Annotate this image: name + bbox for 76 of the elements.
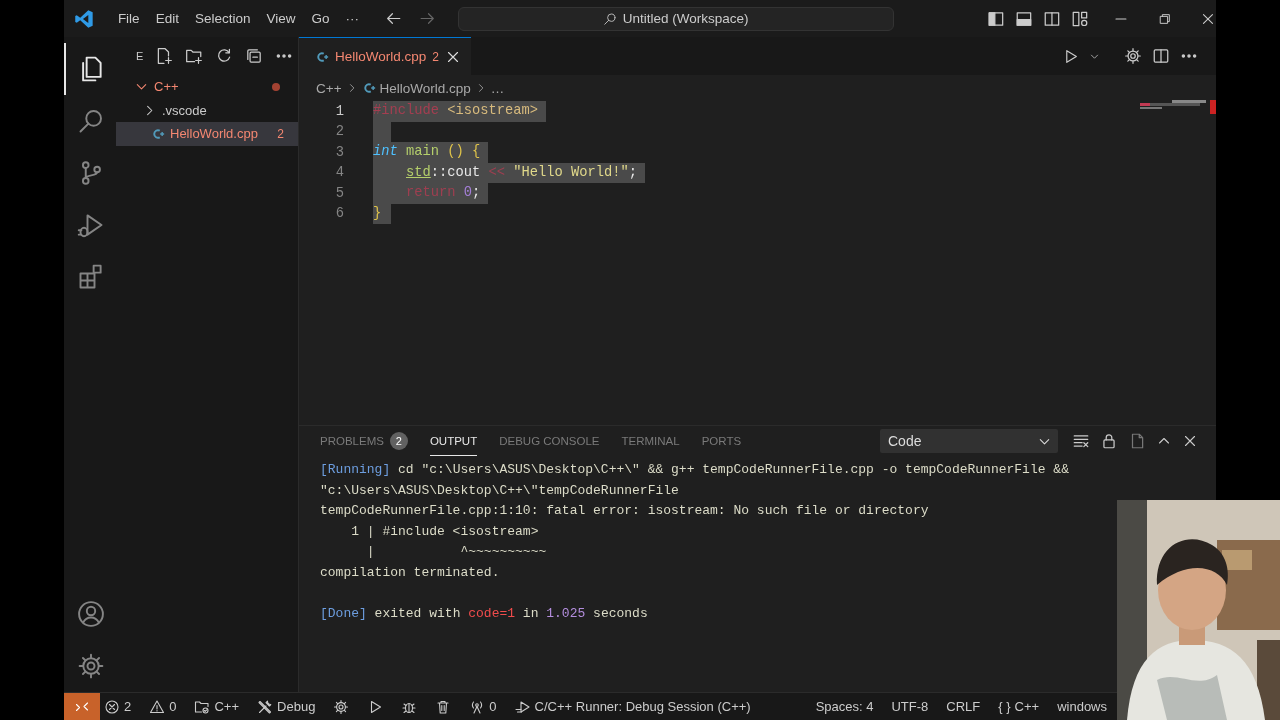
c-plus-icon <box>315 49 329 64</box>
editor-tab[interactable]: HelloWorld.cpp 2 <box>299 37 471 75</box>
explorer-title: E <box>136 50 144 62</box>
line-number: 1 <box>334 103 344 119</box>
status-item[interactable]: 2 <box>104 693 141 720</box>
close-icon[interactable] <box>1182 433 1198 449</box>
status-item[interactable]: { } C++ <box>989 693 1049 720</box>
panel-tab[interactable]: OUTPUT <box>429 426 478 456</box>
menu-item[interactable]: Selection <box>186 8 259 29</box>
output-line: 1 | #include <isostream> <box>350 522 540 541</box>
output-line: | ^~~~~~~~~~~ <box>365 543 548 561</box>
line-number: 2 <box>334 124 344 140</box>
status-item[interactable]: Spaces: 4 <box>806 693 883 720</box>
new-file-icon[interactable] <box>155 47 174 65</box>
tools-icon <box>257 698 274 715</box>
tree-item[interactable]: C++ <box>116 75 298 99</box>
panel-tab[interactable]: DEBUG CONSOLE <box>499 426 600 456</box>
menu-item[interactable]: Go <box>303 8 338 29</box>
breadcrumb-item[interactable]: … <box>490 80 505 96</box>
restore-icon[interactable] <box>1158 11 1173 26</box>
breadcrumb-item[interactable]: C++ <box>316 80 342 96</box>
status-item[interactable]: 0 <box>460 693 506 720</box>
extensions-icon[interactable] <box>77 263 105 291</box>
c-plus-icon <box>361 81 376 95</box>
status-item[interactable]: 0 <box>140 693 186 720</box>
panel-tab[interactable]: PROBLEMS 2 <box>320 426 408 456</box>
panel-layout-icon[interactable] <box>1015 9 1033 28</box>
c-plus-icon <box>151 126 165 141</box>
line-number: 4 <box>334 165 344 181</box>
tree-item[interactable]: HelloWorld.cpp 2 <box>116 122 298 146</box>
menu-item[interactable]: Edit <box>147 8 187 29</box>
back-arrow-icon[interactable] <box>384 10 402 27</box>
status-item[interactable]: windows <box>1048 693 1116 720</box>
menu-item[interactable]: File <box>109 8 148 29</box>
menu-item[interactable]: View <box>258 8 304 29</box>
settings-icon[interactable] <box>1124 47 1142 65</box>
line-number: 6 <box>334 206 344 222</box>
output-line: [Done] exited with code=1 in 1.025 seconds <box>320 604 649 623</box>
output-line: [Running] cd "c:\Users\ASUS\Desktop\C++\" && g++ tempCodeRunnerFile.cpp -o tempCodeRunnerFile && <box>320 461 1070 479</box>
breadcrumb-item[interactable]: HelloWorld.cpp <box>379 80 471 96</box>
split-layout-icon[interactable] <box>1042 9 1061 28</box>
line-number: 3 <box>334 144 344 160</box>
output-line: "c:\Users\ASUS\Desktop\C++\"tempCodeRunnerFile <box>320 481 680 500</box>
status-item[interactable]: CRLF <box>937 693 990 720</box>
output-line: compilation terminated. <box>320 563 501 582</box>
remote-button[interactable] <box>64 693 100 720</box>
vscode-logo <box>74 8 94 29</box>
panel-tab[interactable]: TERMINAL <box>621 426 680 456</box>
customize-layout-icon[interactable] <box>1070 9 1089 28</box>
tree-item[interactable]: .vscode <box>116 98 298 122</box>
panel-tab[interactable]: PORTS <box>701 426 742 456</box>
status-item[interactable]: Debug <box>248 693 325 720</box>
account-icon[interactable] <box>77 600 105 628</box>
status-item[interactable]: C++ <box>185 693 249 720</box>
forward-arrow-icon[interactable] <box>418 10 436 27</box>
collapse-icon[interactable] <box>245 47 264 65</box>
line-number: 5 <box>334 185 344 201</box>
command-center-search[interactable]: Untitled (Workspace) <box>457 6 894 31</box>
folder-icon <box>194 698 211 715</box>
sidebar-layout-icon[interactable] <box>987 9 1006 28</box>
output-line: tempCodeRunnerFile.cpp:1:10: fatal error: isostream: No such file or directory <box>320 502 930 520</box>
status-item[interactable]: C/C++ Runner: Debug Session (C++) <box>505 693 760 720</box>
warning-icon <box>149 698 166 715</box>
settings-icon[interactable] <box>77 652 105 680</box>
new-folder-icon[interactable] <box>185 47 204 65</box>
lock-icon[interactable] <box>1100 432 1118 450</box>
run-debug-icon[interactable] <box>77 211 105 239</box>
status-item[interactable]: UTF-8 <box>882 693 938 720</box>
menu-item[interactable]: ··· <box>337 8 367 29</box>
split-editor-icon[interactable] <box>1152 47 1170 65</box>
clear-output-icon[interactable] <box>1072 432 1090 450</box>
output-channel-dropdown[interactable]: Code <box>880 429 1058 453</box>
search-icon[interactable] <box>77 107 105 135</box>
settings-icon <box>333 698 350 715</box>
search-icon <box>602 11 617 26</box>
error-icon <box>104 698 120 715</box>
